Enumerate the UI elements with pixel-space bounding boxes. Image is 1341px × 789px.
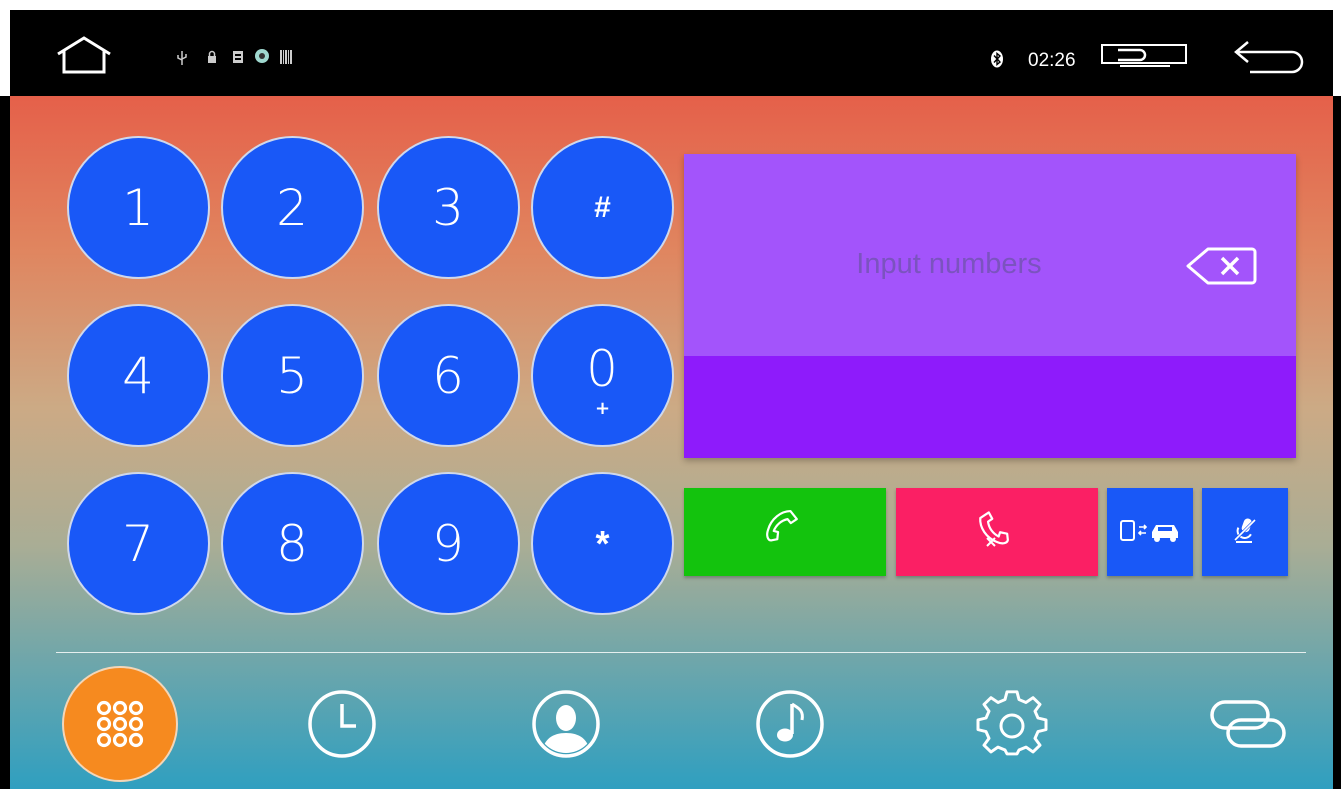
number-display <box>684 154 1296 458</box>
app-icon <box>254 48 270 64</box>
key-0[interactable]: 0 + <box>531 304 674 447</box>
key-9[interactable]: 9 <box>377 472 520 615</box>
home-icon[interactable] <box>54 34 114 76</box>
key-7[interactable]: 7 <box>67 472 210 615</box>
number-display-input-area <box>684 154 1296 356</box>
lock-icon <box>206 50 218 64</box>
key-5[interactable]: 5 <box>221 304 364 447</box>
key-0-plus: + <box>594 398 611 419</box>
hang-up-icon <box>971 506 1023 558</box>
nav-contacts[interactable] <box>506 664 626 784</box>
key-3[interactable]: 3 <box>377 136 520 279</box>
key-hash[interactable]: # <box>531 136 674 279</box>
recent-calls-icon <box>308 690 376 758</box>
back-icon[interactable] <box>1230 36 1310 76</box>
settings-icon <box>976 690 1048 756</box>
key-star[interactable]: * <box>531 472 674 615</box>
key-4[interactable]: 4 <box>67 304 210 447</box>
number-input[interactable] <box>724 244 1174 284</box>
number-display-suggestions <box>684 356 1296 458</box>
key-8[interactable]: 8 <box>221 472 364 615</box>
barcode-icon <box>280 50 292 64</box>
dialer-panel: 1 2 3 # 4 5 6 0 + 7 8 9 * <box>10 96 1333 789</box>
hang-up-button[interactable] <box>896 488 1098 576</box>
nav-dialpad[interactable] <box>60 664 180 784</box>
sd-card-icon <box>232 50 244 64</box>
backspace-icon[interactable] <box>1184 246 1258 286</box>
music-icon <box>756 690 824 758</box>
nav-link[interactable] <box>1188 664 1308 784</box>
link-icon <box>1210 700 1286 748</box>
usb-icon <box>176 50 188 66</box>
screen-toggle-icon[interactable] <box>1100 40 1188 70</box>
dialpad-icon <box>62 666 178 782</box>
mute-mic-button[interactable] <box>1202 488 1288 576</box>
mic-mute-icon <box>1230 515 1260 549</box>
call-button[interactable] <box>684 488 886 576</box>
status-bar: 02:26 <box>0 0 1341 96</box>
status-time: 02:26 <box>1028 50 1076 71</box>
key-1[interactable]: 1 <box>67 136 210 279</box>
transfer-audio-button[interactable] <box>1107 488 1193 576</box>
nav-settings[interactable] <box>952 664 1072 784</box>
phone-icon <box>763 508 807 556</box>
key-2[interactable]: 2 <box>221 136 364 279</box>
bluetooth-icon <box>990 50 1004 68</box>
nav-music[interactable] <box>730 664 850 784</box>
nav-recent-calls[interactable] <box>282 664 402 784</box>
key-6[interactable]: 6 <box>377 304 520 447</box>
contacts-icon <box>532 690 600 758</box>
phone-to-car-icon <box>1118 516 1182 548</box>
bottom-divider <box>56 652 1306 653</box>
